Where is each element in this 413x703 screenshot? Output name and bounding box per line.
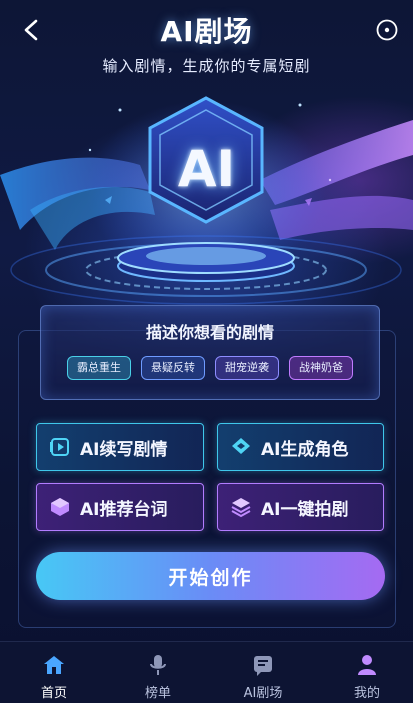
nav-label: 榜单: [144, 686, 171, 701]
document-icon: [254, 656, 272, 676]
ai-continue-plot-button[interactable]: AI续写剧情: [36, 423, 204, 471]
ai-generate-character-button[interactable]: AI生成角色: [217, 423, 384, 471]
stack-icon: [231, 498, 251, 518]
ai-badge-text: AI: [177, 140, 236, 198]
nav-label: 首页: [40, 686, 67, 701]
feature-label: AI推荐台词: [80, 499, 168, 520]
start-create-button[interactable]: 开始创作: [36, 552, 385, 600]
ai-recommend-lines-button[interactable]: AI推荐台词: [36, 483, 204, 531]
cube-icon: [51, 498, 69, 516]
tag-chip[interactable]: 霸总重生: [67, 356, 131, 380]
layers-icon: [232, 438, 250, 454]
nav-item-mine[interactable]: 我的: [322, 642, 412, 703]
prompt-title: 描述你想看的剧情: [145, 323, 274, 342]
play-doc-icon: [50, 438, 69, 456]
nav-label: AI剧场: [243, 686, 283, 701]
nav-item-ranking[interactable]: 榜单: [113, 642, 203, 703]
plot-tags: 霸总重生 悬疑反转 甜宠逆袭 战神奶爸: [67, 356, 367, 382]
user-icon: [358, 655, 376, 675]
ai-theater-screen: AI AI剧场 输入剧情，生成你的专属短剧 描述你想看的剧情 霸总重生 悬疑反转…: [0, 0, 413, 703]
tag-chip[interactable]: 悬疑反转: [141, 356, 205, 380]
feature-label: AI一键拍剧: [261, 499, 349, 520]
feature-label: AI生成角色: [261, 439, 349, 460]
microphone-icon: [150, 655, 166, 675]
page-title: AI剧场: [160, 15, 253, 48]
page-subtitle: 输入剧情，生成你的专属短剧: [102, 57, 311, 75]
ai-one-click-shoot-button[interactable]: AI一键拍剧: [217, 483, 384, 531]
bottom-nav: 首页 榜单 AI剧场 我的: [0, 641, 413, 703]
nav-item-home[interactable]: 首页: [9, 642, 99, 703]
tag-chip[interactable]: 甜宠逆袭: [215, 356, 279, 380]
prompt-panel[interactable]: 描述你想看的剧情 霸总重生 悬疑反转 甜宠逆袭 战神奶爸: [40, 305, 380, 400]
tag-chip[interactable]: 战神奶爸: [289, 356, 353, 380]
nav-item-ai-theater[interactable]: AI剧场: [218, 642, 308, 703]
more-icon[interactable]: [375, 18, 399, 42]
feature-label: AI续写剧情: [80, 439, 168, 460]
nav-label: 我的: [353, 686, 380, 701]
home-icon: [44, 656, 64, 674]
